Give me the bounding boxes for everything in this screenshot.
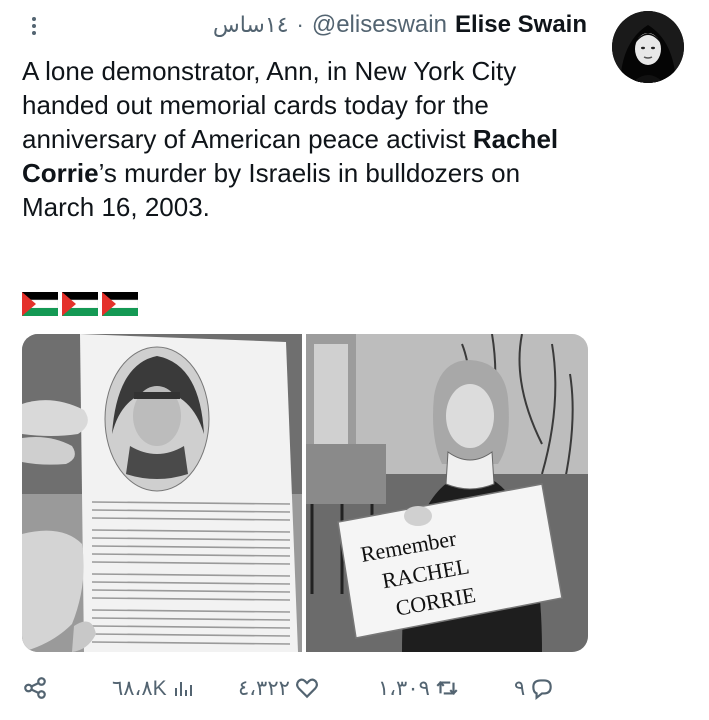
reply-button[interactable]: ٩	[514, 668, 555, 708]
analytics-icon	[174, 682, 192, 696]
share-icon	[24, 677, 46, 699]
retweets-count: ١،٣٠٩	[378, 676, 430, 700]
retweet-icon	[436, 681, 458, 695]
palestine-flag-icon	[62, 292, 98, 316]
palestine-flag-icon	[102, 292, 138, 316]
more-options-icon[interactable]	[22, 14, 46, 38]
media-image-left[interactable]	[22, 334, 302, 652]
reply-icon	[532, 679, 553, 701]
like-button[interactable]: ٤،٣٢٢	[238, 668, 320, 708]
tweet-text-part1: A lone demonstrator, Ann, in New York Ci…	[22, 56, 517, 154]
views-count: ٦٨،٨K	[112, 676, 167, 700]
tweet-media[interactable]: Remember RACHEL CORRIE	[22, 334, 588, 652]
header-separator: ·	[296, 12, 304, 37]
user-handle[interactable]: @eliseswain	[312, 11, 447, 39]
retweet-button[interactable]: ١،٣٠٩	[378, 668, 460, 708]
share-button[interactable]	[22, 668, 48, 708]
media-image-right[interactable]: Remember RACHEL CORRIE	[306, 334, 588, 652]
views-button[interactable]: ٦٨،٨K	[112, 668, 195, 708]
avatar[interactable]	[612, 11, 684, 83]
heart-icon	[295, 678, 318, 699]
tweet-header: ١٤ساس · @eliseswain Elise Swain	[213, 8, 587, 42]
replies-count: ٩	[514, 676, 526, 700]
likes-count: ٤،٣٢٢	[238, 676, 290, 700]
flag-emojis	[22, 292, 138, 316]
tweet-actions: ٦٨،٨K ٤،٣٢٢ ١،٣٠٩ ٩	[22, 668, 555, 708]
palestine-flag-icon	[22, 292, 58, 316]
display-name[interactable]: Elise Swain	[455, 11, 587, 39]
tweet-time[interactable]: ١٤ساس	[213, 12, 289, 38]
tweet-text: A lone demonstrator, Ann, in New York Ci…	[22, 54, 597, 224]
